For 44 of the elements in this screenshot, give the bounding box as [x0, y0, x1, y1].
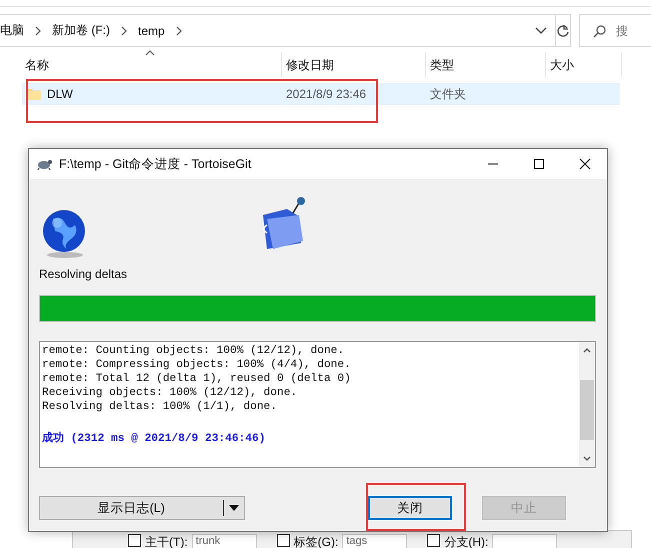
success-message: 成功 (2312 ms @ 2021/8/9 23:46:46) [42, 432, 266, 446]
scrollbar[interactable] [579, 342, 595, 467]
breadcrumb-item[interactable]: 电脑 [0, 22, 24, 39]
dialog-button[interactable]: 关闭 [368, 496, 452, 520]
search-field[interactable]: 搜 [579, 14, 651, 47]
show-log-button[interactable]: 显示日志(L) [39, 496, 245, 520]
breadcrumb-item[interactable]: temp [138, 24, 165, 38]
refresh-button[interactable] [556, 14, 571, 47]
breadcrumb-item[interactable]: 新加卷 (F:) [52, 22, 110, 39]
scroll-up-icon[interactable] [583, 347, 591, 353]
checkbox[interactable] [128, 534, 141, 547]
chevron-icon [34, 26, 42, 36]
log-line: remote: Counting objects: 100% (12/12), done. [42, 344, 346, 358]
maximize-icon[interactable] [533, 158, 545, 170]
file-row[interactable]: DLW 2021/8/9 23:46 文件夹 [22, 83, 620, 105]
sort-caret-icon [145, 50, 155, 56]
scroll-down-icon[interactable] [583, 456, 591, 462]
column-header[interactable]: 类型 [426, 53, 546, 77]
modified-date: 2021/8/9 23:46 [286, 87, 368, 101]
input-field[interactable]: tags [342, 534, 408, 548]
folder-icon [27, 88, 41, 100]
address-bar[interactable]: 电脑 新加卷 (F:) temp [0, 14, 556, 47]
tortoise-icon [37, 158, 53, 170]
column-header[interactable]: 大小 [546, 53, 622, 77]
checkbox[interactable] [276, 534, 290, 547]
dropdown-arrow-icon [228, 505, 239, 511]
chevron-icon [120, 26, 128, 36]
input-field[interactable]: trunk [192, 534, 257, 548]
chevron-icon [174, 26, 183, 36]
search-icon [593, 24, 607, 38]
column-header[interactable]: 修改日期 [282, 53, 426, 77]
refresh-icon [556, 24, 570, 38]
file-name: DLW [47, 87, 73, 101]
log-line: remote: Total 12 (delta 1), reused 0 (delta 0) [42, 372, 352, 386]
status-text: Resolving deltas [39, 267, 128, 283]
log-line: Resolving deltas: 100% (1/1), done. [42, 400, 278, 414]
column-header[interactable]: 名称 [22, 53, 282, 77]
window-title: F:\temp - Git命令进度 - TortoiseGit [59, 156, 252, 172]
close-icon[interactable] [579, 158, 591, 170]
log-line: Receiving objects: 100% (12/12), done. [42, 386, 298, 400]
log-line: remote: Compressing objects: 100% (4/4), done. [42, 358, 352, 372]
dropdown-icon[interactable] [535, 26, 547, 34]
file-type: 文件夹 [430, 86, 466, 102]
checkbox[interactable] [427, 534, 440, 547]
